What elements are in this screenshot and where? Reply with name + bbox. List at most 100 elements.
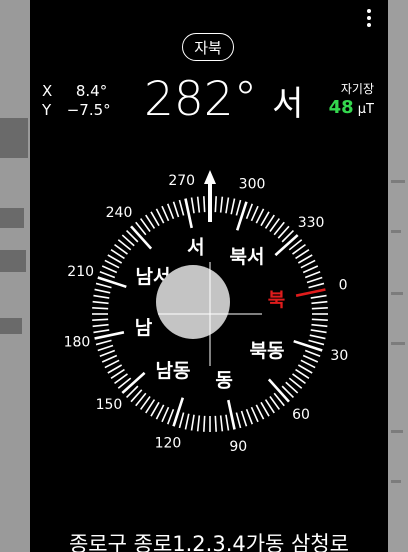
dial-tick: [311, 307, 328, 310]
degree-label: 60: [292, 407, 310, 423]
dial-tick: [161, 406, 170, 423]
axis-y-label: Y: [42, 101, 52, 119]
degree-label: 240: [106, 205, 133, 221]
heading-pointer: [204, 170, 216, 222]
dial-tick: [311, 318, 328, 321]
degree-label: 330: [298, 215, 325, 231]
axis-x-readout: X 8.4°: [42, 82, 107, 100]
dial-tick: [184, 198, 193, 229]
heading-degrees: 282°: [144, 72, 258, 127]
dial-tick: [99, 270, 116, 279]
dial-tick: [311, 323, 328, 328]
direction-label: 서: [187, 236, 204, 258]
dial-tick: [95, 282, 112, 289]
dial-tick: [310, 329, 327, 334]
magnetic-field-readout: 48 μT: [329, 97, 374, 118]
dial-tick: [95, 339, 112, 346]
direction-label: 남동: [155, 360, 190, 382]
dial-tick: [104, 259, 120, 269]
axis-y-readout: Y −7.5°: [42, 101, 111, 119]
degree-label: 150: [96, 397, 123, 413]
dial-tick: [214, 415, 217, 432]
dial-tick: [196, 196, 201, 213]
dial-tick: [250, 205, 259, 222]
dial-tick: [300, 259, 316, 269]
dial-tick: [227, 399, 236, 430]
dial-tick: [245, 408, 254, 425]
dial-tick: [172, 201, 180, 218]
dial-tick: [203, 196, 206, 213]
direction-label: 동: [215, 370, 232, 392]
dial-tick: [92, 300, 109, 305]
dial-tick: [219, 196, 224, 213]
dial-tick: [101, 354, 118, 363]
dial-tick: [104, 359, 120, 369]
dial-tick: [240, 410, 248, 427]
degree-label: 0: [339, 278, 348, 294]
heading-direction: 서: [272, 84, 304, 124]
dial-tick: [93, 329, 110, 334]
dial-tick: [166, 408, 175, 425]
dial-tick: [308, 339, 325, 346]
dial-tick: [155, 208, 165, 224]
north-mode-toggle[interactable]: 자북: [182, 33, 234, 61]
dial-tick: [178, 412, 185, 429]
dial-tick: [190, 414, 195, 431]
dial-tick: [92, 318, 109, 321]
dial-tick: [93, 294, 110, 299]
degree-label: 270: [168, 173, 195, 189]
dial-tick: [308, 282, 325, 289]
dial-tick: [306, 276, 323, 284]
dial-tick: [302, 354, 319, 363]
dial-tick: [219, 415, 224, 432]
dial-tick: [230, 198, 236, 215]
dial-tick: [178, 199, 185, 216]
magnetic-field-label: 자기장: [340, 82, 374, 96]
location-address: 종로구 종로1.2.3.4가동 삼청로: [68, 532, 350, 552]
dial-tick: [309, 334, 326, 340]
direction-label: 북동: [250, 340, 285, 362]
dial-tick: [300, 359, 316, 369]
dial-tick: [304, 349, 321, 358]
axis-x-label: X: [42, 82, 53, 100]
dial-tick: [235, 199, 242, 216]
direction-label: 북: [268, 289, 285, 311]
dial-tick: [225, 197, 230, 214]
dial-tick: [92, 323, 109, 328]
dial-tick: [302, 265, 319, 274]
degree-label: 30: [330, 348, 348, 364]
dial-tick: [92, 307, 109, 310]
background-app-right: [388, 0, 408, 552]
degree-label: 300: [239, 177, 266, 193]
dial-tick: [161, 205, 170, 222]
heading-readout: 282° 서: [144, 72, 303, 127]
degree-label: 120: [155, 435, 182, 451]
dial-tick: [94, 288, 111, 294]
dial-tick: [94, 331, 125, 340]
background-app-left: [0, 0, 30, 552]
dial-tick: [203, 415, 206, 432]
dial-tick: [250, 406, 259, 423]
compass-dial: 0306090120150180210240270 300330 북북동동남동남남…: [64, 170, 348, 455]
compass-panel: 자북 X 8.4° Y −7.5° 282° 서 자기장 48 μT 0 30 60…: [30, 0, 388, 552]
dial-tick: [155, 404, 165, 420]
dial-tick: [166, 203, 175, 220]
dial-tick: [311, 300, 328, 305]
degree-label: 210: [67, 264, 94, 280]
dial-tick: [304, 270, 321, 279]
axis-x-value: 8.4°: [75, 82, 108, 100]
dial-tick: [184, 413, 190, 430]
dial-tick: [101, 265, 118, 274]
dial-tick: [310, 294, 327, 299]
dial-tick: [255, 404, 265, 420]
dial-tick: [245, 203, 254, 220]
degree-label: 180: [64, 334, 91, 350]
dial-tick: [214, 196, 217, 213]
dial-tick: [255, 208, 265, 224]
direction-label: 북서: [230, 246, 265, 268]
magnetic-field-unit: μT: [357, 102, 374, 117]
dial-tick: [99, 349, 116, 358]
magnetic-field-value: 48: [328, 97, 354, 118]
degree-label: 90: [229, 439, 247, 455]
more-vertical-icon[interactable]: [363, 8, 375, 28]
